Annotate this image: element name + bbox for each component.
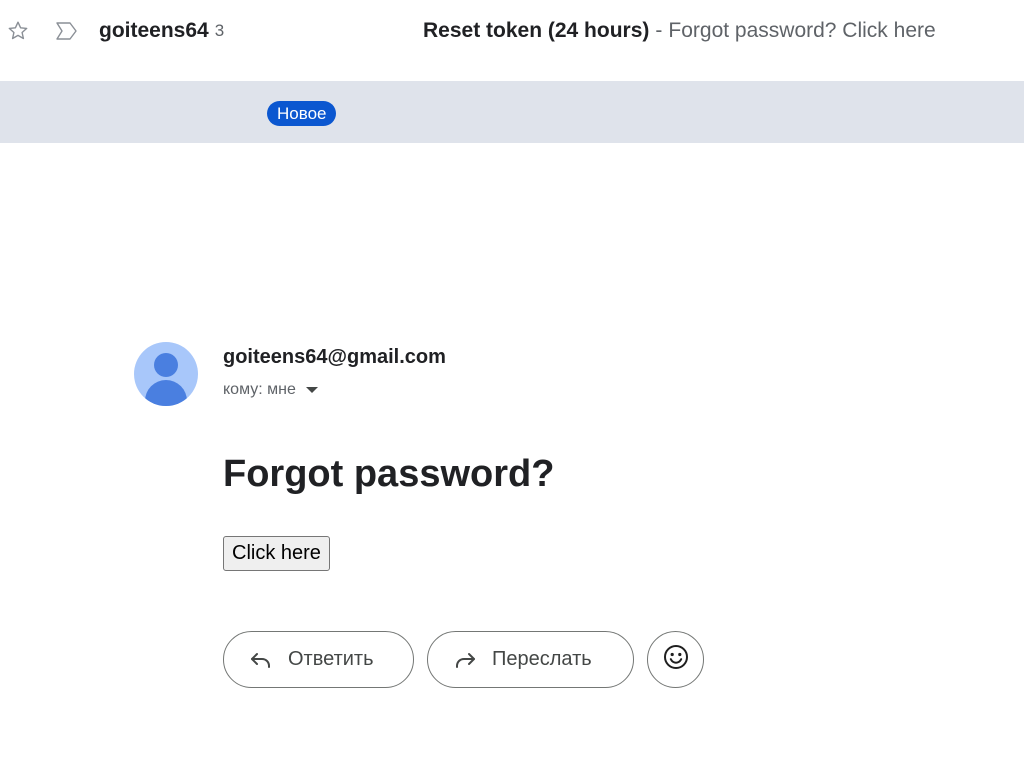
row-separator: - [655, 19, 663, 42]
new-badge: Новое [267, 101, 337, 126]
forward-label: Переслать [492, 648, 592, 670]
message-title: Forgot password? [223, 453, 555, 495]
forward-button[interactable]: Переслать [427, 631, 634, 688]
row-snippet: Forgot password? Click here [668, 19, 936, 42]
recipient-details[interactable]: кому: мне [223, 381, 318, 399]
thread-count: 3 [214, 21, 225, 40]
reply-button[interactable]: Ответить [223, 631, 414, 688]
row-subject: Reset token (24 hours) [423, 19, 650, 42]
avatar[interactable] [134, 342, 198, 406]
inbox-row[interactable] [0, 81, 1024, 143]
sender-name: goiteens64 [99, 19, 209, 42]
recipient-text: кому: мне [223, 381, 296, 398]
smiley-icon [662, 643, 690, 676]
click-here-button[interactable]: Click here [223, 536, 330, 571]
reply-arrow-icon [248, 647, 274, 673]
reply-label: Ответить [288, 648, 374, 670]
sender-email: goiteens64@gmail.com [223, 346, 446, 368]
forward-arrow-icon [452, 647, 478, 673]
caret-down-icon[interactable] [305, 387, 318, 393]
avatar-head [154, 353, 178, 377]
avatar-body [145, 380, 187, 406]
star-icon[interactable] [4, 0, 32, 62]
important-marker-icon[interactable] [54, 0, 80, 62]
row-subject-snippet: Reset token (24 hours) - Forgot password… [423, 0, 936, 62]
emoji-reaction-button[interactable] [647, 631, 704, 688]
sender: goiteens64 3 [99, 0, 224, 62]
